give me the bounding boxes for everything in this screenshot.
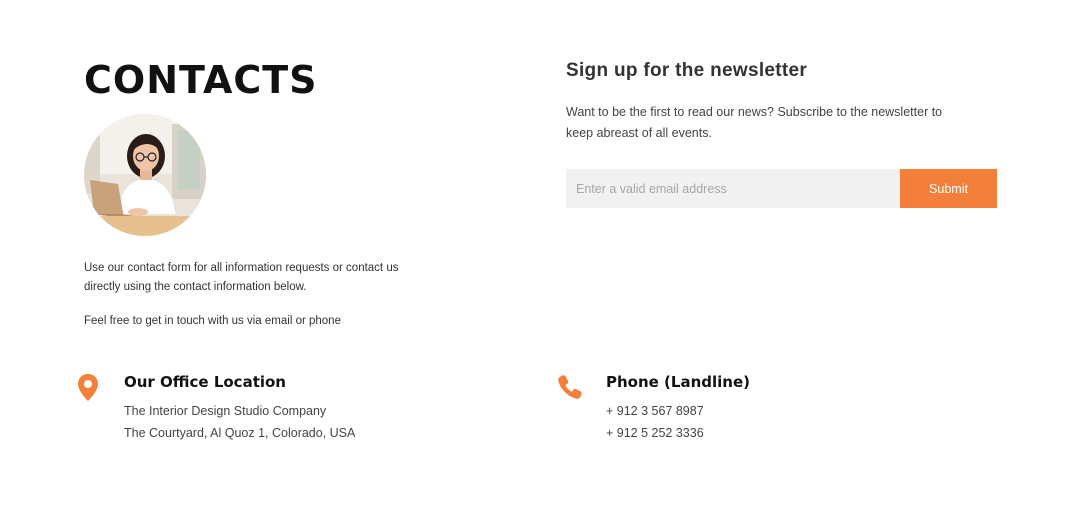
phone-icon [556, 373, 582, 403]
contacts-page: CONTACTS Use our contact form for all in… [0, 0, 1080, 515]
page-title: CONTACTS [84, 58, 318, 102]
woman-at-laptop-image [84, 114, 206, 236]
newsletter-title: Sign up for the newsletter [566, 60, 808, 81]
phone-number[interactable]: + 912 5 252 3336 [606, 426, 704, 440]
location-pin-icon [76, 373, 102, 403]
submit-button[interactable]: Submit [900, 169, 997, 208]
office-address-line: The Interior Design Studio Company [124, 404, 327, 418]
phone-heading: Phone (Landline) [606, 373, 750, 391]
intro-note: Feel free to get in touch with us via em… [84, 315, 341, 327]
newsletter-description: Want to be the first to read our news? S… [566, 105, 943, 140]
email-input[interactable] [566, 169, 900, 208]
office-address-line: The Courtyard, Al Quoz 1, Colorado, USA [124, 426, 356, 440]
avatar [84, 114, 206, 236]
phone-number[interactable]: + 912 3 567 8987 [606, 404, 704, 418]
intro-text: Use our contact form for all information… [84, 262, 399, 293]
office-heading: Our Office Location [124, 373, 286, 391]
newsletter-form: Submit [566, 169, 997, 208]
